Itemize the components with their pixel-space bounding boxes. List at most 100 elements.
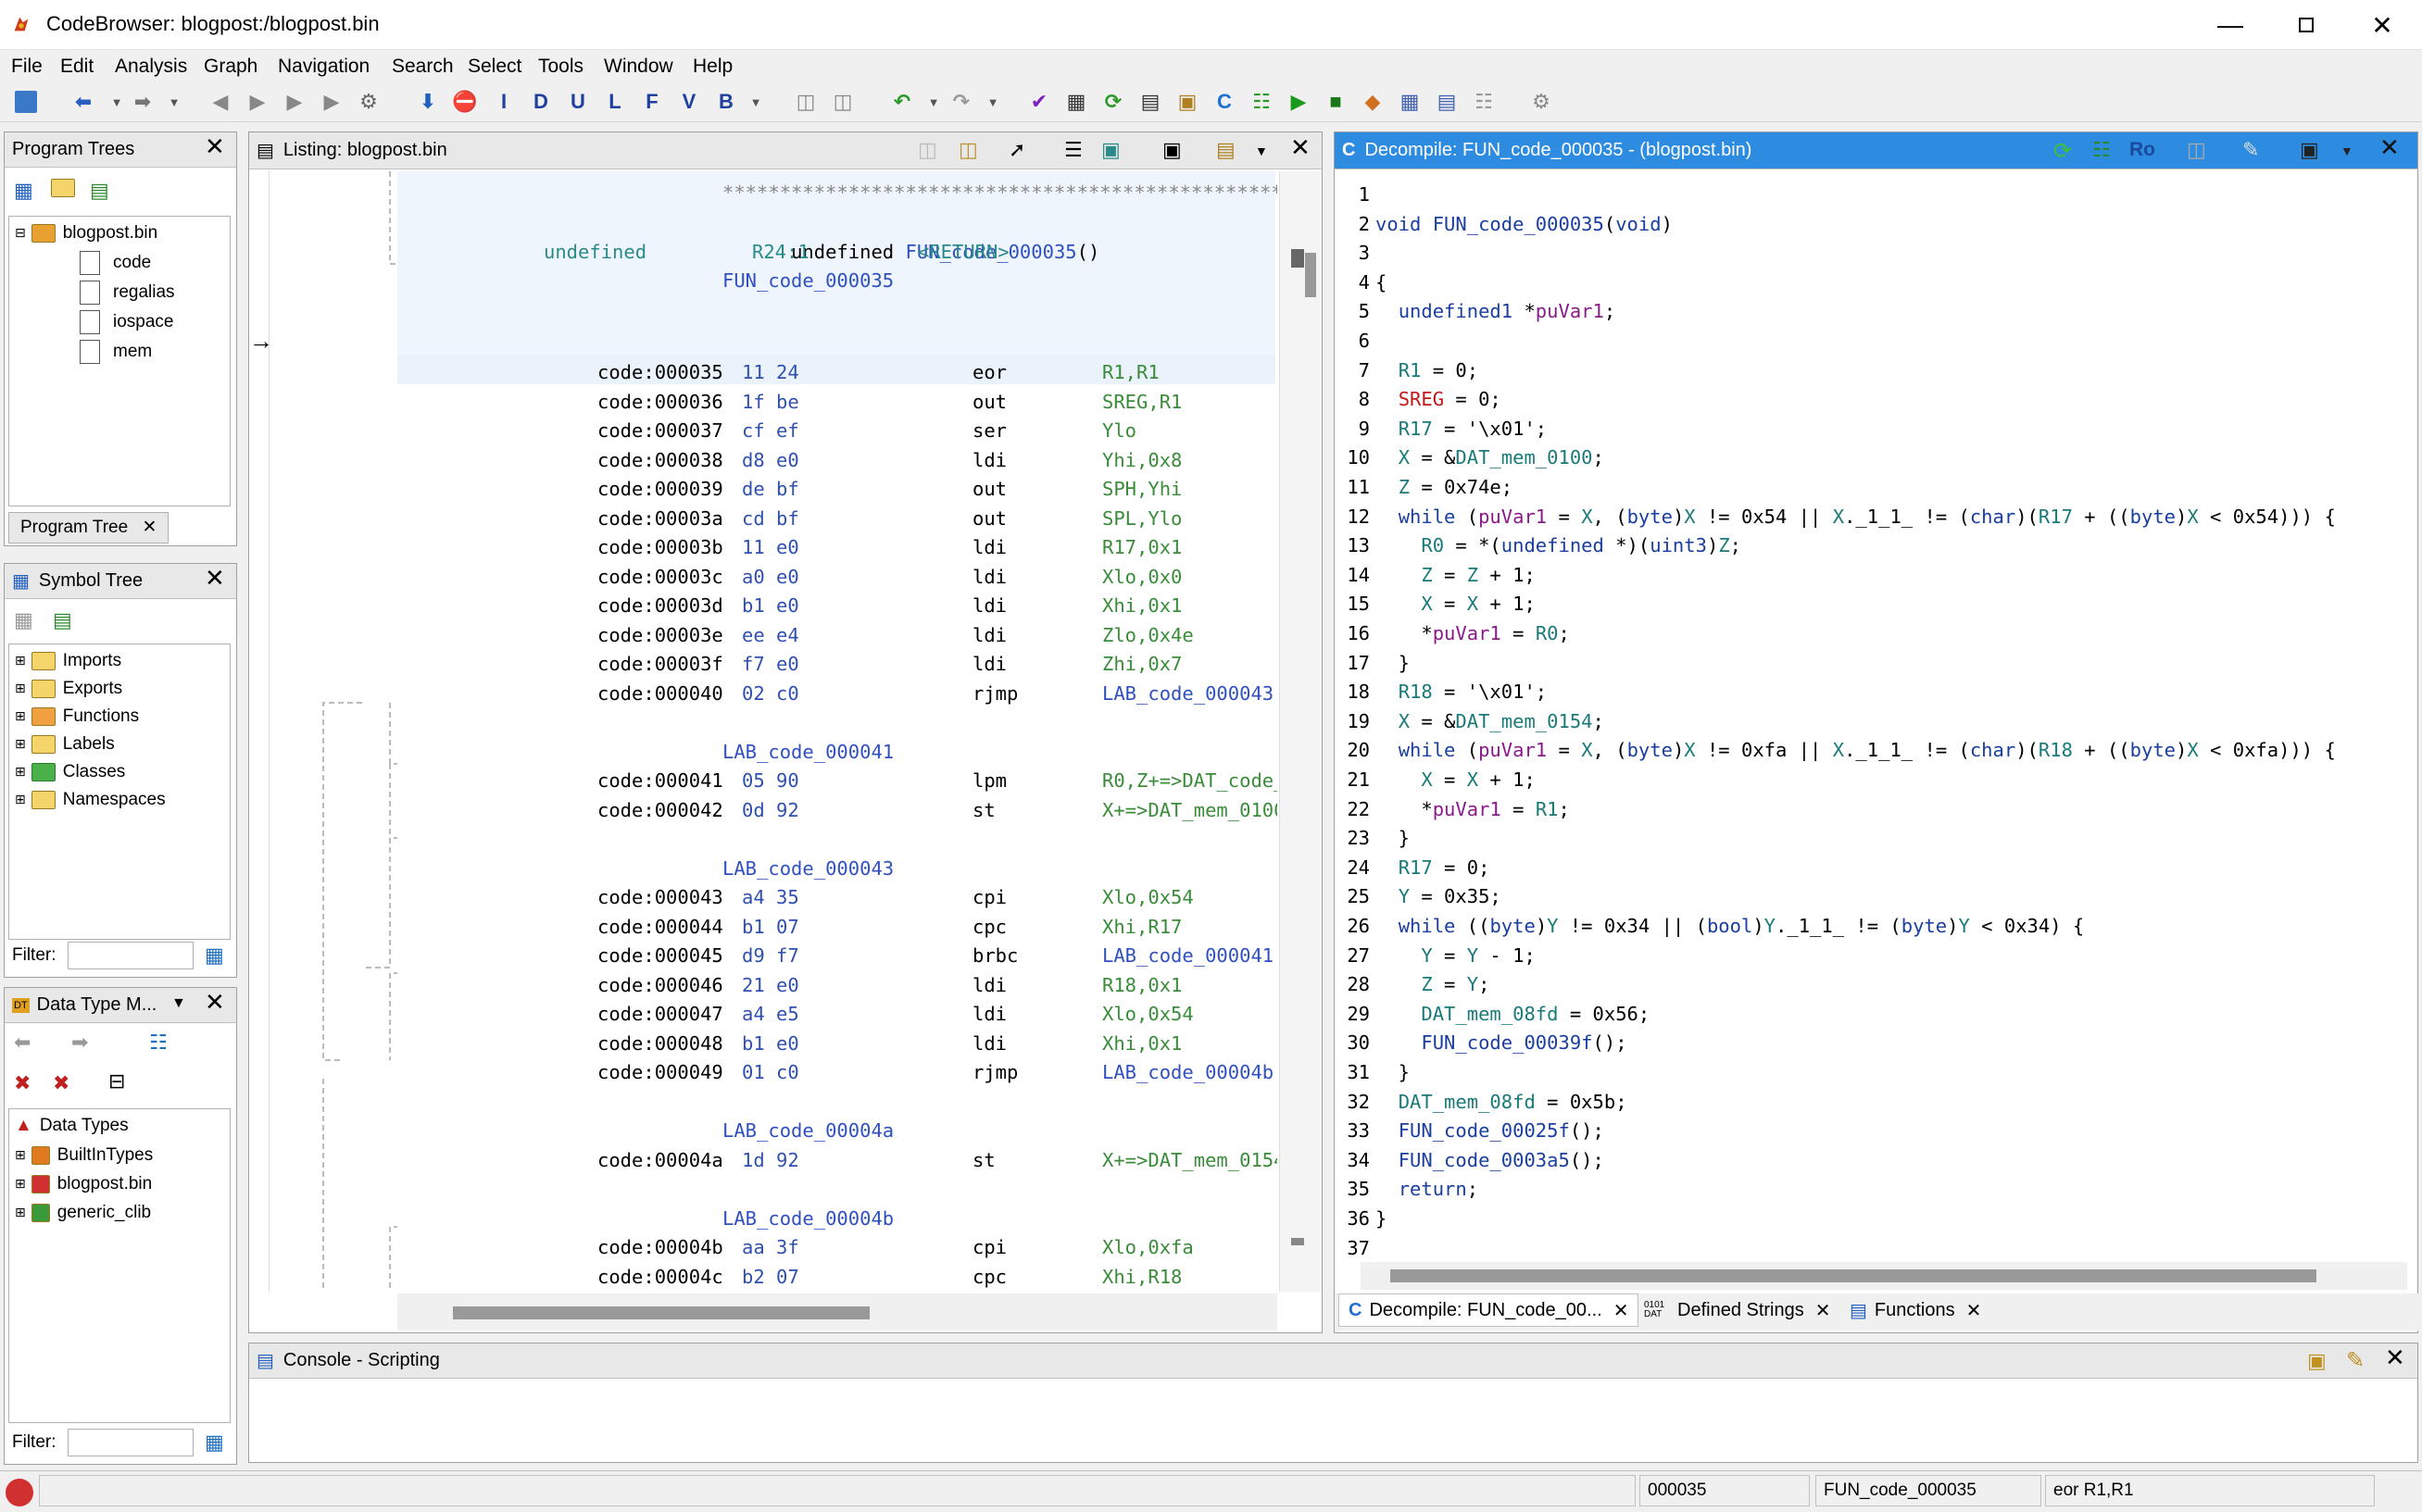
decompile-line[interactable]: } [1375, 1205, 1387, 1233]
minimize-button[interactable]: — [2192, 0, 2268, 50]
decompile-line[interactable]: Z = 0x74e; [1375, 473, 1512, 502]
menu-file[interactable]: File [11, 56, 43, 78]
close-icon[interactable]: ✕ [2379, 133, 2400, 162]
table-icon[interactable]: ▦ [1395, 87, 1424, 117]
instruction-ops[interactable]: X+=>DAT_mem_0154,R1 [1102, 1146, 1277, 1176]
function-f-icon[interactable]: F [637, 87, 667, 117]
copy-icon[interactable]: ◫ [2187, 138, 2206, 162]
decompile-line[interactable]: R17 = 0; [1375, 854, 1490, 882]
instruction-ops[interactable]: SPL,Ylo [1102, 505, 1182, 534]
instruction-ops[interactable]: R18,0x1 [1102, 971, 1182, 1001]
decompile-line[interactable]: } [1375, 1058, 1410, 1087]
decompile-line[interactable]: while (puVar1 = X, (byte)X != 0x54 || X.… [1375, 503, 2336, 531]
decompile-line[interactable]: X = X + 1; [1375, 590, 1535, 619]
tab-functions[interactable]: ▤ Functions ✕ [1840, 1293, 1990, 1327]
data-type-generic-clib[interactable]: ⊞ generic_clib [15, 1198, 151, 1227]
bookmark-b-icon[interactable]: B [711, 87, 741, 117]
data-type-builtin[interactable]: ⊞ BuiltInTypes [15, 1141, 153, 1169]
program-tree-tab[interactable]: Program Tree ✕ [8, 512, 169, 544]
instruction-ops[interactable]: Yhi,0x8 [1102, 446, 1182, 476]
scroll-thumb[interactable] [453, 1306, 870, 1319]
stop-icon[interactable]: ⛔ [450, 87, 480, 117]
close-icon[interactable]: ✕ [205, 988, 225, 1017]
instruction-ops[interactable]: Xlo,0xfa [1102, 1233, 1194, 1263]
graph-icon[interactable]: ☷ [2092, 138, 2111, 162]
instruction-ops[interactable]: Zlo,0x4e [1102, 621, 1194, 651]
decompile-line[interactable]: SREG = 0; [1375, 385, 1501, 414]
decompile-line[interactable]: void FUN_code_000035(void) [1375, 210, 1673, 239]
copy-icon[interactable]: ◫ [791, 87, 821, 117]
instruction-ops[interactable]: Xhi,R17 [1102, 913, 1182, 943]
decompile-line[interactable]: R1 = 0; [1375, 356, 1478, 385]
instruction-ops[interactable]: R1,R1 [1102, 358, 1160, 388]
menu-select[interactable]: Select [468, 56, 521, 78]
nav-previous-instruction-icon[interactable]: ▶ [280, 87, 309, 117]
symbol-classes[interactable]: ⊞ Classes [15, 757, 125, 786]
listing-label[interactable]: LAB_code_000041 [722, 738, 894, 767]
menu-edit[interactable]: Edit [60, 56, 94, 78]
save-icon[interactable] [11, 87, 41, 117]
cursor-icon[interactable]: ➚ [1009, 138, 1025, 162]
function-graph-icon[interactable]: ☷ [1247, 87, 1276, 117]
data-type-icon[interactable]: ▣ [1173, 87, 1202, 117]
decompile-line[interactable]: R18 = '\x01'; [1375, 678, 1547, 706]
data-type-blogpost[interactable]: ⊞ blogpost.bin [15, 1169, 152, 1198]
symbol-filter-input[interactable] [68, 942, 194, 969]
memory-map-icon[interactable]: ▤ [1136, 87, 1165, 117]
listing-label[interactable]: LAB_code_00004a [722, 1117, 894, 1145]
read-only-toggle[interactable]: Ro [2129, 139, 2155, 161]
copy-icon[interactable]: ◫ [918, 138, 937, 162]
decompile-line[interactable]: Y = 0x35; [1375, 882, 1501, 911]
instruction-ops[interactable]: SPH,Yhi [1102, 475, 1182, 505]
instruction-ops[interactable]: SREG,R1 [1102, 388, 1182, 418]
decompile-line[interactable]: } [1375, 649, 1410, 678]
edit-signature-icon[interactable]: ✎ [2242, 138, 2259, 162]
decompile-line[interactable]: R17 = '\x01'; [1375, 415, 1547, 444]
status-icon[interactable] [6, 1479, 33, 1506]
undo-icon[interactable]: ↶ [887, 87, 917, 117]
bytes-icon[interactable]: ▦ [1061, 87, 1091, 117]
menu-navigation[interactable]: Navigation [278, 56, 370, 78]
instruction-ops[interactable]: Zhi,0x7 [1102, 650, 1182, 680]
listing-label[interactable]: LAB_code_00004b [722, 1205, 894, 1233]
snapshot-icon[interactable]: ▣ [1162, 138, 1182, 162]
forward-arrow-icon[interactable]: ➡ [128, 87, 157, 117]
decompile-line[interactable]: *puVar1 = R0; [1375, 619, 1569, 648]
scroll-thumb[interactable] [1390, 1269, 2316, 1282]
decompile-line[interactable]: while ((byte)Y != 0x34 || (bool)Y._1_1_ … [1375, 912, 2085, 941]
edit-fields-icon[interactable]: ☰ [1064, 138, 1083, 162]
function-signature[interactable]: undefined FUN_code_000035() [722, 208, 1099, 263]
listing-code-area[interactable]: ****************************************… [397, 171, 1277, 1292]
redo-icon[interactable]: ↷ [947, 87, 976, 117]
python-icon[interactable]: ■ [1321, 87, 1350, 117]
decompile-line[interactable]: FUN_code_00025f(); [1375, 1117, 1604, 1145]
refresh-icon[interactable]: ⟳ [1098, 87, 1128, 117]
menu-window[interactable]: Window [604, 56, 673, 78]
decompile-line[interactable]: X = X + 1; [1375, 766, 1535, 794]
back-arrow-icon[interactable]: ⬅ [69, 87, 98, 117]
toggle-header-icon[interactable]: ▤ [1216, 138, 1236, 162]
tree-item-iospace[interactable]: iospace [80, 307, 174, 336]
decompile-line[interactable]: } [1375, 824, 1410, 853]
redo-dropdown-icon[interactable]: ▼ [978, 87, 1008, 117]
chevron-down-icon[interactable]: ▼ [2340, 144, 2353, 158]
decompile-line[interactable]: while (puVar1 = X, (byte)X != 0xfa || X.… [1375, 736, 2336, 765]
undo-dropdown-icon[interactable]: ▼ [919, 87, 948, 117]
scroll-thumb[interactable] [1305, 253, 1316, 297]
paste-icon[interactable]: ◫ [828, 87, 858, 117]
diamond-icon[interactable]: ◆ [1358, 87, 1387, 117]
decompile-code-area[interactable]: 1 2 void FUN_code_000035(void) 3 4{5 undefin… [1335, 171, 2409, 1292]
decompile-line[interactable]: FUN_code_0003a5(); [1375, 1146, 1604, 1175]
down-arrow-icon[interactable]: ⬇ [413, 87, 443, 117]
close-icon[interactable]: ✕ [1290, 133, 1311, 162]
instruction-ops[interactable]: R17,0x1 [1102, 533, 1182, 563]
nav-next-function-icon[interactable]: ▶ [243, 87, 272, 117]
nav-next-data-icon[interactable]: ▶ [317, 87, 346, 117]
close-icon[interactable]: ✕ [2385, 1343, 2405, 1372]
close-icon[interactable]: ✕ [205, 132, 225, 161]
tree-item-regalias[interactable]: regalias [80, 278, 175, 306]
decompile-line[interactable]: DAT_mem_08fd = 0x5b; [1375, 1088, 1627, 1117]
filter-pointers-icon[interactable]: ✖ [53, 1071, 69, 1095]
symbol-labels[interactable]: ⊞ Labels [15, 730, 115, 758]
forward-arrow-icon[interactable]: ➡ [71, 1031, 88, 1055]
